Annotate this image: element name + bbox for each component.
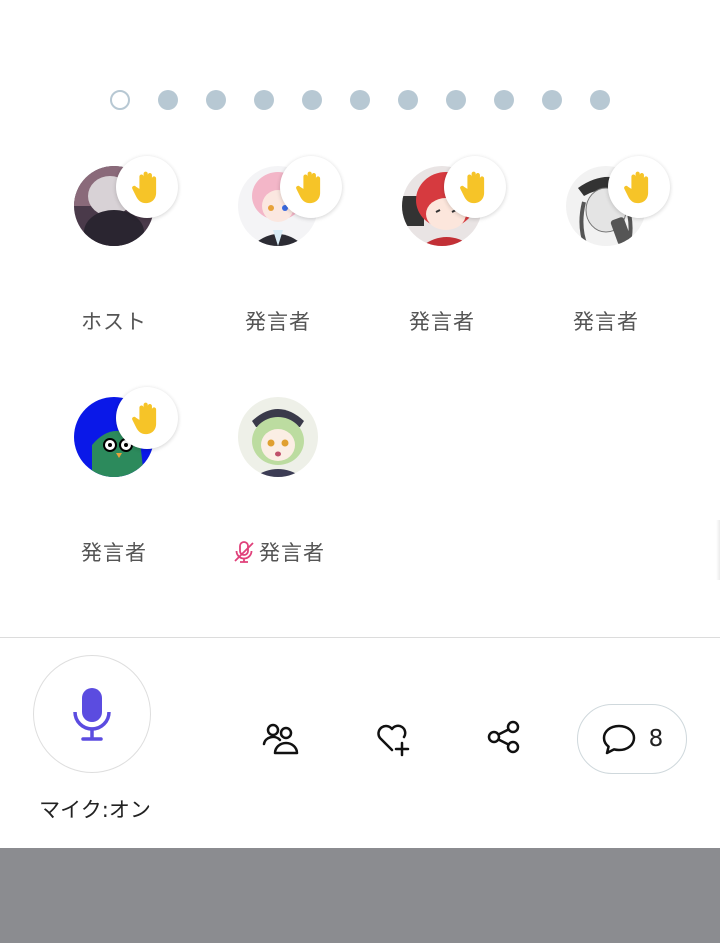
comment-bubble-icon (602, 724, 635, 755)
page-indicator (0, 90, 720, 112)
share-button[interactable] (480, 713, 528, 761)
speaker-role-label: ホスト (81, 310, 147, 334)
mic-off-icon (234, 541, 254, 563)
page-dot[interactable] (350, 90, 370, 110)
microphone-icon (73, 688, 111, 741)
page-dot[interactable] (542, 90, 562, 110)
speaker-tile[interactable]: 発言者 (362, 156, 522, 346)
raised-hand-icon (280, 156, 342, 218)
speaker-tile[interactable]: 発言者 (198, 156, 358, 346)
page-dot[interactable] (590, 90, 610, 110)
speaker-tile[interactable]: 発言者 (526, 156, 686, 346)
share-icon (487, 720, 520, 754)
speaker-role-label: 発言者 (245, 310, 311, 334)
speaker-tile[interactable]: 発言者 (34, 387, 194, 577)
raised-hand-icon (444, 156, 506, 218)
page-dot[interactable] (398, 90, 418, 110)
follow-favorite-button[interactable] (368, 713, 416, 761)
raised-hand-icon (116, 387, 178, 449)
page-dot[interactable] (302, 90, 322, 110)
speaker-role-label: 発言者 (573, 310, 639, 334)
divider (0, 637, 720, 638)
speaker-role-label: 発言者 (81, 541, 147, 565)
page-dot[interactable] (494, 90, 514, 110)
comment-count: 8 (648, 726, 664, 752)
page-dot[interactable] (446, 90, 466, 110)
speaker-tile-host[interactable]: ホスト (34, 156, 194, 346)
participants-button[interactable] (256, 713, 304, 761)
avatar[interactable] (238, 397, 318, 477)
page-dot-active[interactable] (110, 90, 130, 110)
speaker-role-label: 発言者 (198, 537, 358, 567)
speaker-tile[interactable]: 発言者 (198, 387, 358, 577)
participants-icon (262, 723, 299, 755)
heart-plus-icon (377, 724, 410, 757)
bottom-overlay-bar (0, 848, 720, 943)
page-dot[interactable] (206, 90, 226, 110)
mic-status-label: マイク:オン (39, 798, 151, 822)
edge-shadow (716, 520, 720, 580)
raised-hand-icon (608, 156, 670, 218)
raised-hand-icon (116, 156, 178, 218)
page-dot[interactable] (158, 90, 178, 110)
mic-toggle-button[interactable] (33, 655, 151, 773)
comments-button[interactable]: 8 (577, 704, 687, 774)
page-dot[interactable] (254, 90, 274, 110)
speaker-role-label: 発言者 (409, 310, 475, 334)
